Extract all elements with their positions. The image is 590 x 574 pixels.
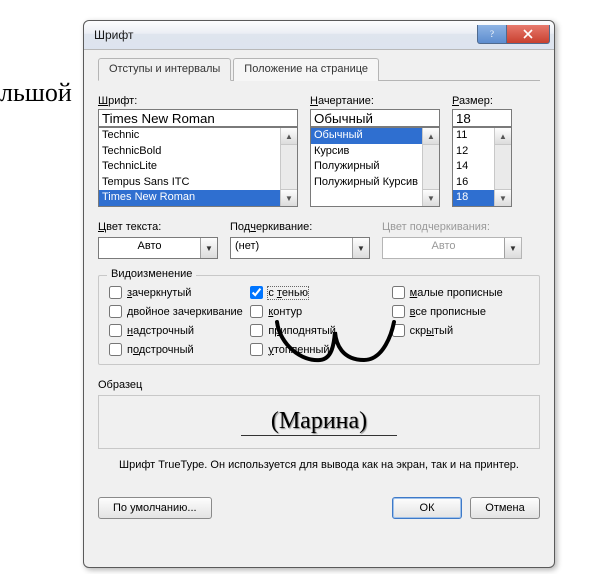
chevron-down-icon: ▼ (504, 238, 521, 258)
size-item-selected[interactable]: 18 (453, 190, 495, 206)
font-item[interactable]: Technic (99, 128, 281, 144)
color-value: Авто (99, 238, 200, 258)
checkbox-label: приподнятый (268, 325, 336, 337)
sample-label: Образец (98, 379, 540, 391)
checkbox-smallcaps[interactable]: малые прописные (392, 286, 529, 299)
style-item[interactable]: Полужирный Курсив (311, 175, 423, 191)
scroll-up-icon[interactable]: ▲ (281, 128, 297, 145)
tab-page-position[interactable]: Положение на странице (233, 58, 379, 81)
font-item-selected[interactable]: Times New Roman (99, 190, 281, 206)
checkbox-input[interactable] (109, 343, 122, 356)
ok-button[interactable]: ОК (392, 497, 462, 519)
sample-text: (Марина) (241, 408, 397, 436)
scroll-down-icon[interactable]: ▼ (281, 189, 297, 206)
checkbox-input[interactable] (250, 324, 263, 337)
checkbox-subscript[interactable]: подстрочный (109, 343, 246, 356)
scrollbar[interactable]: ▲ ▼ (422, 128, 439, 206)
size-input[interactable] (452, 109, 512, 127)
size-listbox[interactable]: 11 12 14 16 18 ▲ ▼ (452, 127, 512, 207)
checkbox-hidden[interactable]: скрытый (392, 324, 529, 337)
checkbox-label: малые прописные (410, 287, 503, 299)
checkbox-label: скрытый (410, 325, 453, 337)
sample-box: (Марина) (98, 395, 540, 449)
window-title: Шрифт (84, 28, 133, 42)
chevron-down-icon[interactable]: ▼ (352, 238, 369, 258)
style-item[interactable]: Курсив (311, 144, 423, 160)
scrollbar[interactable]: ▲ ▼ (494, 128, 511, 206)
checkbox-label: контур (268, 306, 302, 318)
checkbox-label: подстрочный (127, 344, 194, 356)
checkbox-input[interactable] (392, 286, 405, 299)
chevron-down-icon[interactable]: ▼ (200, 238, 217, 258)
checkbox-input[interactable] (109, 324, 122, 337)
checkbox-shadow[interactable]: с тенью (250, 286, 387, 299)
checkbox-input[interactable] (109, 286, 122, 299)
checkbox-engrave[interactable]: утопленный (250, 343, 387, 356)
tabstrip: Отступы и интервалы Положение на страниц… (98, 58, 540, 81)
font-label: Шрифт: (98, 95, 298, 107)
checkbox-input[interactable] (250, 286, 263, 299)
close-button[interactable] (507, 25, 550, 44)
font-item[interactable]: TechnicLite (99, 159, 281, 175)
font-listbox[interactable]: Technic TechnicBold TechnicLite Tempus S… (98, 127, 298, 207)
underline-color-combo: Авто ▼ (382, 237, 522, 259)
style-listbox[interactable]: Обычный Курсив Полужирный Полужирный Кур… (310, 127, 440, 207)
style-input[interactable] (310, 109, 440, 127)
underline-color-label: Цвет подчеркивания: (382, 221, 522, 233)
style-item-selected[interactable]: Обычный (311, 128, 423, 144)
checkbox-strike[interactable]: зачеркнутый (109, 286, 246, 299)
underline-combo[interactable]: (нет) ▼ (230, 237, 370, 259)
font-item[interactable]: TechnicBold (99, 144, 281, 160)
checkbox-label: все прописные (410, 306, 486, 318)
style-label: Начертание: (310, 95, 440, 107)
checkbox-superscript[interactable]: надстрочный (109, 324, 246, 337)
checkbox-label: надстрочный (127, 325, 194, 337)
size-label: Размер: (452, 95, 512, 107)
checkbox-label: с тенью (268, 287, 308, 299)
size-item[interactable]: 11 (453, 128, 495, 144)
underline-color-value: Авто (383, 238, 504, 258)
color-combo[interactable]: Авто ▼ (98, 237, 218, 259)
checkbox-input[interactable] (250, 343, 263, 356)
underline-value: (нет) (231, 238, 352, 258)
color-label: Цвет текста: (98, 221, 218, 233)
background-text: льшой (0, 78, 72, 108)
size-item[interactable]: 14 (453, 159, 495, 175)
effects-group: Видоизменение зачеркнутыйс теньюмалые пр… (98, 275, 540, 365)
checkbox-input[interactable] (250, 305, 263, 318)
checkbox-label: утопленный (268, 344, 329, 356)
help-button[interactable]: ? (477, 25, 507, 44)
checkbox-label: двойное зачеркивание (127, 306, 243, 318)
info-text: Шрифт TrueType. Он используется для выво… (98, 459, 540, 471)
titlebar[interactable]: Шрифт ? (84, 21, 554, 50)
svg-text:?: ? (490, 29, 494, 39)
font-item[interactable]: Tempus Sans ITC (99, 175, 281, 191)
checkbox-dstrike[interactable]: двойное зачеркивание (109, 305, 246, 318)
effects-legend: Видоизменение (107, 268, 196, 280)
cancel-button[interactable]: Отмена (470, 497, 540, 519)
defaults-button[interactable]: По умолчанию... (98, 497, 212, 519)
size-item[interactable]: 16 (453, 175, 495, 191)
scrollbar[interactable]: ▲ ▼ (280, 128, 297, 206)
scroll-up-icon[interactable]: ▲ (495, 128, 511, 145)
checkbox-input[interactable] (392, 305, 405, 318)
checkbox-emboss[interactable]: приподнятый (250, 324, 387, 337)
checkbox-allcaps[interactable]: все прописные (392, 305, 529, 318)
scroll-up-icon[interactable]: ▲ (423, 128, 439, 145)
tab-indents[interactable]: Отступы и интервалы (98, 58, 231, 81)
style-item[interactable]: Полужирный (311, 159, 423, 175)
font-input[interactable] (98, 109, 298, 127)
underline-label: Подчеркивание: (230, 221, 370, 233)
checkbox-label: зачеркнутый (127, 287, 191, 299)
scroll-down-icon[interactable]: ▼ (423, 189, 439, 206)
font-dialog: Шрифт ? Отступы и интервалы Положение на… (83, 20, 555, 568)
size-item[interactable]: 12 (453, 144, 495, 160)
checkbox-input[interactable] (392, 324, 405, 337)
checkbox-outline[interactable]: контур (250, 305, 387, 318)
checkbox-input[interactable] (109, 305, 122, 318)
scroll-down-icon[interactable]: ▼ (495, 189, 511, 206)
